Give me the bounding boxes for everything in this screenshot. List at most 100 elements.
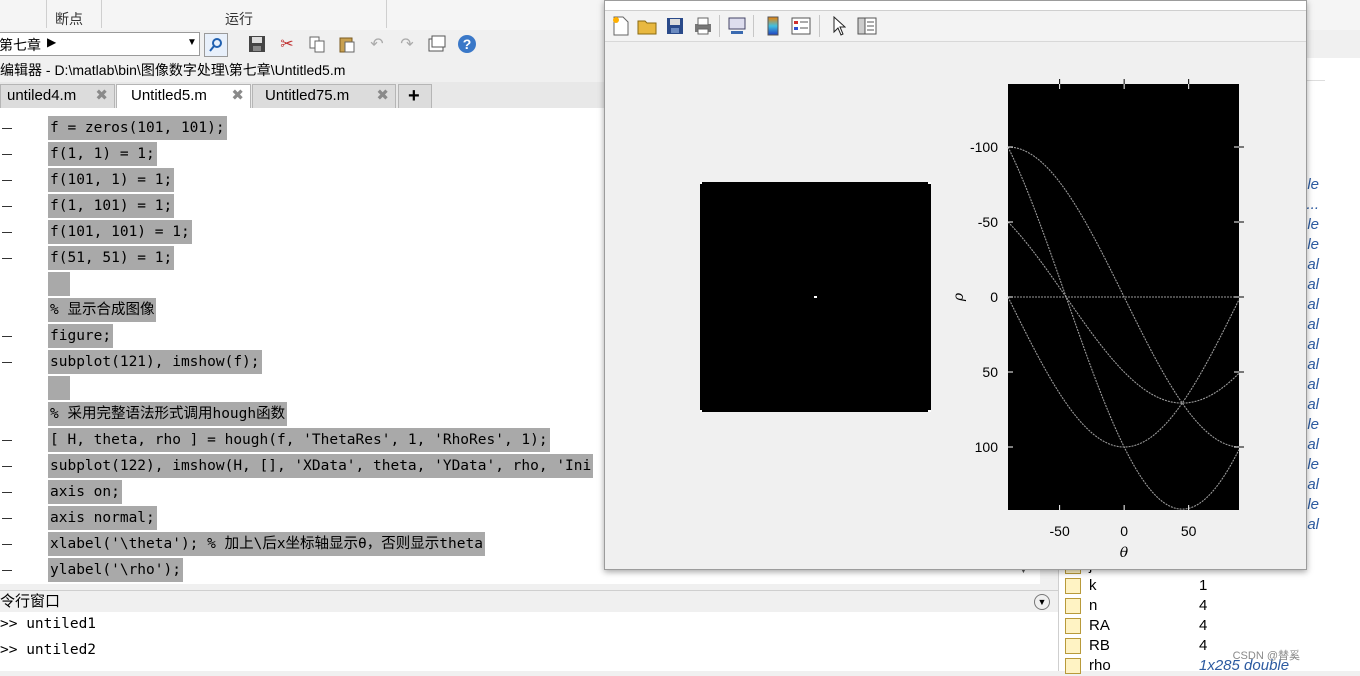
- undo-icon[interactable]: ↶: [366, 33, 388, 55]
- new-file-icon[interactable]: [609, 14, 633, 38]
- code-line[interactable]: f(1, 1) = 1;: [48, 142, 157, 166]
- code-line[interactable]: ylabel('\rho');: [48, 558, 183, 582]
- colorbar-icon[interactable]: [761, 14, 785, 38]
- code-line[interactable]: figure;: [48, 324, 114, 348]
- code-line[interactable]: f(51, 51) = 1;: [48, 246, 175, 270]
- x-tick-label: -50: [1050, 523, 1070, 539]
- current-folder-value: 第七章: [0, 37, 41, 53]
- workspace-row[interactable]: RB 4: [1065, 636, 1355, 656]
- cut-icon[interactable]: ✂: [276, 33, 298, 55]
- close-icon[interactable]: ✖: [376, 85, 389, 107]
- tab-untiled4[interactable]: untiled4.m ✖: [0, 84, 115, 108]
- variable-name: k: [1089, 577, 1097, 594]
- command-window[interactable]: >> untiled1 >> untiled2: [0, 612, 1058, 671]
- code-line[interactable]: [ H, theta, rho ] = hough(f, 'ThetaRes',…: [48, 428, 550, 452]
- workspace-row[interactable]: RA 4: [1065, 616, 1355, 636]
- line-marker: [2, 336, 12, 337]
- code-line[interactable]: f(1, 101) = 1;: [48, 194, 175, 218]
- code-line[interactable]: subplot(122), imshow(H, [], 'XData', the…: [48, 454, 594, 478]
- ribbon-separator: [386, 0, 387, 28]
- chevron-down-icon[interactable]: ▼: [187, 37, 197, 48]
- workspace-value-partial: le: [1307, 496, 1319, 513]
- code-line[interactable]: axis on;: [48, 480, 122, 504]
- variable-name: RA: [1089, 617, 1110, 634]
- x-tick-label: 0: [1120, 523, 1128, 539]
- close-icon[interactable]: ✖: [231, 85, 244, 107]
- ribbon-section-breakpoints: 断点: [55, 11, 83, 27]
- window-menu-icon[interactable]: ▼: [1034, 594, 1050, 610]
- workspace-row[interactable]: k1: [1065, 576, 1355, 596]
- variable-icon: [1065, 578, 1081, 594]
- variable-icon: [1065, 618, 1081, 634]
- copy-icon[interactable]: [306, 33, 328, 55]
- variable-name: rho: [1089, 657, 1111, 674]
- toolbar-separator: [719, 15, 720, 37]
- watermark: CSDN @替奚: [1232, 650, 1300, 662]
- workspace-value-partial: le: [1307, 416, 1319, 433]
- tab-untitled5[interactable]: Untitled5.m ✖: [116, 84, 251, 109]
- workspace-value-partial: le: [1307, 176, 1319, 193]
- help-icon[interactable]: ?: [456, 33, 478, 55]
- code-line[interactable]: f(101, 101) = 1;: [48, 220, 192, 244]
- code-line[interactable]: f(101, 1) = 1;: [48, 168, 175, 192]
- figure-canvas[interactable]: -50 0 50 -100 -50 0 50 100 θ ρ: [605, 42, 1306, 569]
- y-tick-label: 0: [990, 289, 998, 305]
- workspace-value-partial: ...: [1306, 196, 1319, 213]
- save-icon[interactable]: [246, 33, 268, 55]
- workspace-value-partial: le: [1307, 456, 1319, 473]
- code-line[interactable]: % 采用完整语法形式调用hough函数: [48, 402, 288, 426]
- code-line[interactable]: subplot(121), imshow(f);: [48, 350, 262, 374]
- code-line[interactable]: axis normal;: [48, 506, 157, 530]
- pointer-icon[interactable]: [827, 14, 851, 38]
- code-line[interactable]: % 显示合成图像: [48, 298, 157, 322]
- y-tick-label: -50: [978, 214, 998, 230]
- x-axis-label: θ: [1120, 545, 1129, 561]
- code-line[interactable]: xlabel('\theta'); % 加上\后x坐标轴显示θ，否则显示thet…: [48, 532, 485, 556]
- figure-menubar[interactable]: [605, 1, 1306, 11]
- workspace-value-partial: al: [1307, 376, 1319, 393]
- current-folder-combo[interactable]: 第七章 ▶ ▼: [0, 32, 200, 56]
- workspace-value-partial: al: [1307, 316, 1319, 333]
- legend-icon[interactable]: [789, 14, 813, 38]
- command-window-title: 令行窗口: [0, 593, 61, 610]
- y-tick-label: -100: [970, 139, 998, 155]
- image-point: [700, 410, 702, 412]
- command-window-header: 令行窗口 ▼: [0, 590, 1058, 613]
- print-icon[interactable]: [691, 14, 715, 38]
- variable-icon: [1065, 638, 1081, 654]
- image-point: [700, 182, 702, 184]
- paste-icon[interactable]: [336, 33, 358, 55]
- folder-arrow-icon: ▶: [47, 35, 57, 49]
- line-marker: [2, 440, 12, 441]
- add-tab-button[interactable]: +: [398, 84, 432, 108]
- open-icon[interactable]: [635, 14, 659, 38]
- hough-axes: -50 0 50 -100 -50 0 50 100: [970, 79, 1244, 539]
- figure-window[interactable]: -50 0 50 -100 -50 0 50 100 θ ρ: [604, 0, 1307, 570]
- line-marker: [2, 492, 12, 493]
- line-marker: [2, 232, 12, 233]
- workspace-row[interactable]: rho 1x285 double: [1065, 656, 1355, 676]
- ribbon-section-run: 运行: [225, 11, 253, 27]
- save-icon[interactable]: [663, 14, 687, 38]
- svg-text:?: ?: [463, 36, 472, 52]
- toolbar-separator: [753, 15, 754, 37]
- switch-windows-icon[interactable]: [426, 33, 448, 55]
- code-line-blank[interactable]: [48, 376, 70, 400]
- code-line-blank[interactable]: [48, 272, 70, 296]
- variable-name: n: [1089, 597, 1098, 614]
- command-history-line: >> untiled1: [0, 616, 97, 632]
- tab-untitled75[interactable]: Untitled75.m ✖: [252, 84, 396, 108]
- link-plot-icon[interactable]: [725, 14, 749, 38]
- tab-label: untiled4.m: [7, 87, 77, 104]
- redo-icon[interactable]: ↷: [396, 33, 418, 55]
- property-inspector-icon[interactable]: [855, 14, 879, 38]
- code-line[interactable]: f = zeros(101, 101);: [48, 116, 227, 140]
- variable-icon: [1065, 598, 1081, 614]
- workspace-row[interactable]: n4: [1065, 596, 1355, 616]
- search-icon[interactable]: [204, 33, 228, 57]
- workspace-value-partial: al: [1307, 436, 1319, 453]
- image-point: [928, 410, 931, 412]
- close-icon[interactable]: ✖: [95, 85, 108, 107]
- variable-value: 4: [1199, 617, 1208, 634]
- y-tick-label: 50: [982, 364, 998, 380]
